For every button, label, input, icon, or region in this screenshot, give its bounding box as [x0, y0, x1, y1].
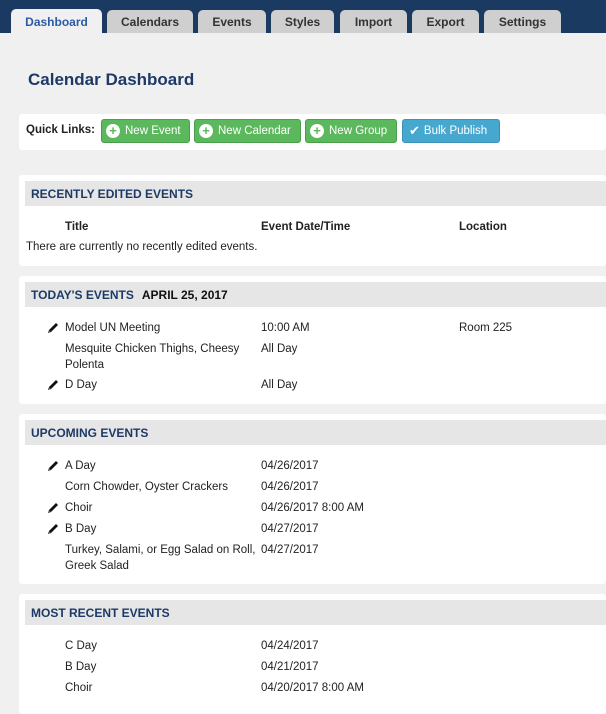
event-time: 04/27/2017 [261, 544, 319, 556]
edit-pencil-icon[interactable] [46, 378, 60, 392]
most-recent-events-header: MOST RECENT EVENTS [25, 600, 606, 625]
edit-pencil-icon[interactable] [46, 522, 60, 536]
event-time: 04/21/2017 [261, 661, 319, 673]
event-time: All Day [261, 379, 298, 391]
recently-edited-panel: RECENTLY EDITED EVENTS Title Event Date/… [19, 175, 606, 266]
edit-pencil-icon[interactable] [46, 501, 60, 515]
bulk-publish-button[interactable]: ✔ Bulk Publish [402, 119, 500, 143]
todays-events-title: TODAY'S EVENTS [31, 287, 134, 302]
event-time: All Day [261, 343, 298, 355]
empty-message: There are currently no recently edited e… [26, 241, 258, 253]
event-time: 04/24/2017 [261, 640, 319, 652]
new-calendar-button[interactable]: + New Calendar [194, 119, 301, 143]
new-calendar-label: New Calendar [218, 125, 291, 137]
event-title[interactable]: Choir [65, 500, 92, 516]
tab-import[interactable]: Import [340, 10, 407, 33]
plus-circle-icon: + [106, 124, 120, 138]
page-title: Calendar Dashboard [28, 70, 195, 89]
column-header-location: Location [459, 221, 507, 233]
event-time: 04/27/2017 [261, 523, 319, 535]
event-title[interactable]: Model UN Meeting [65, 320, 160, 336]
new-event-label: New Event [125, 125, 181, 137]
upcoming-events-panel: UPCOMING EVENTS A Day 04/26/2017 Corn Ch… [19, 414, 606, 584]
edit-pencil-icon[interactable] [46, 459, 60, 473]
check-icon: ✔ [409, 123, 420, 138]
event-title[interactable]: B Day [65, 521, 96, 537]
new-group-label: New Group [329, 125, 388, 137]
plus-circle-icon: + [199, 124, 213, 138]
event-title[interactable]: Corn Chowder, Oyster Crackers [65, 479, 228, 495]
event-location: Room 225 [459, 322, 513, 334]
event-title[interactable]: A Day [65, 458, 96, 474]
event-title[interactable]: Choir [65, 680, 92, 696]
upcoming-events-header: UPCOMING EVENTS [25, 420, 606, 445]
tab-events[interactable]: Events [198, 10, 266, 33]
quick-links-bar: Quick Links: + New Event + New Calendar … [19, 114, 606, 150]
upcoming-events-title: UPCOMING EVENTS [31, 425, 149, 440]
event-title[interactable]: B Day [65, 659, 96, 675]
tab-calendars[interactable]: Calendars [107, 10, 193, 33]
todays-events-panel: TODAY'S EVENTS APRIL 25, 2017 Model UN M… [19, 276, 606, 404]
todays-events-date: APRIL 25, 2017 [141, 287, 228, 302]
edit-pencil-icon[interactable] [46, 321, 60, 335]
event-time: 04/26/2017 [261, 481, 319, 493]
new-event-button[interactable]: + New Event [101, 119, 190, 143]
event-title[interactable]: C Day [65, 638, 97, 654]
event-title[interactable]: Mesquite Chicken Thighs, Cheesy Polenta [65, 341, 239, 373]
event-title[interactable]: Turkey, Salami, or Egg Salad on Roll, Gr… [65, 542, 255, 574]
column-header-date: Event Date/Time [261, 221, 351, 233]
event-time: 10:00 AM [261, 322, 310, 334]
event-title-line: Polenta [65, 359, 105, 371]
tab-bar: Dashboard Calendars Events Styles Import… [0, 0, 606, 34]
recently-edited-header: RECENTLY EDITED EVENTS [25, 181, 606, 206]
tab-export[interactable]: Export [412, 10, 479, 33]
event-title-line: Turkey, Salami, or Egg Salad on Roll, [65, 544, 256, 556]
plus-circle-icon: + [310, 124, 324, 138]
todays-events-header: TODAY'S EVENTS APRIL 25, 2017 [25, 282, 606, 307]
event-time: 04/26/2017 [261, 460, 319, 472]
most-recent-events-panel: MOST RECENT EVENTS C Day 04/24/2017 B Da… [19, 594, 606, 714]
recently-edited-title: RECENTLY EDITED EVENTS [31, 186, 194, 201]
event-title[interactable]: D Day [65, 377, 97, 393]
tab-settings[interactable]: Settings [484, 10, 561, 33]
event-title-line: Greek Salad [65, 560, 129, 572]
most-recent-events-title: MOST RECENT EVENTS [31, 605, 170, 620]
event-time: 04/26/2017 8:00 AM [261, 502, 364, 514]
event-time: 04/20/2017 8:00 AM [261, 682, 364, 694]
quick-links-label: Quick Links: [26, 124, 96, 136]
tab-dashboard[interactable]: Dashboard [11, 9, 102, 34]
tab-styles[interactable]: Styles [271, 10, 334, 33]
column-header-title: Title [65, 221, 89, 233]
event-title-line: Mesquite Chicken Thighs, Cheesy [65, 343, 240, 355]
bulk-publish-label: Bulk Publish [423, 125, 488, 137]
new-group-button[interactable]: + New Group [305, 119, 397, 143]
